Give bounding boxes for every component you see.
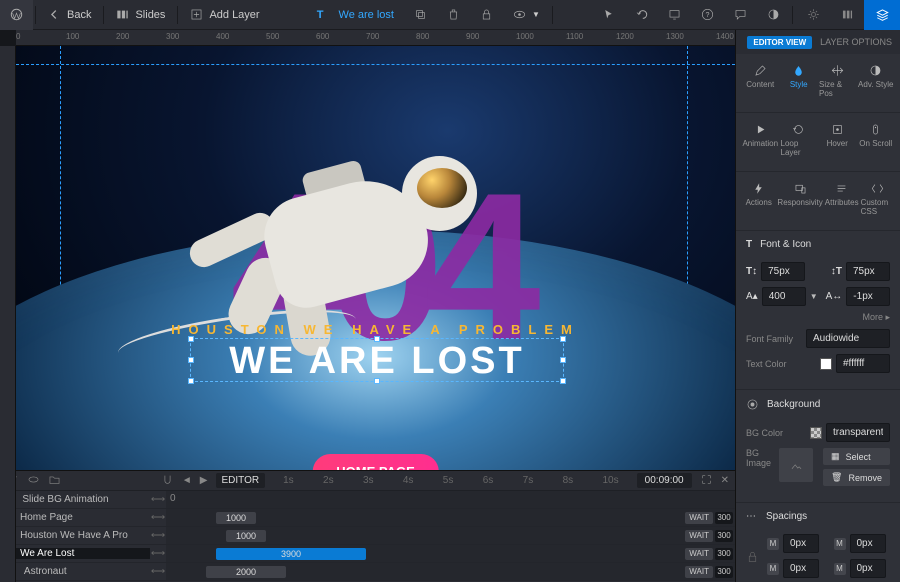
editor-view-badge[interactable]: EDITOR VIEW bbox=[747, 36, 812, 49]
undo-icon[interactable] bbox=[625, 0, 658, 30]
more-button[interactable]: More ▸ bbox=[862, 312, 890, 323]
layer-options-tab[interactable]: LAYER OPTIONS bbox=[820, 37, 892, 47]
tab-style[interactable]: Style bbox=[781, 58, 818, 104]
lock-icon[interactable] bbox=[470, 0, 503, 30]
help-icon[interactable]: ? bbox=[691, 0, 724, 30]
bg-remove-button[interactable]: 🗑 Remove bbox=[823, 469, 890, 486]
fullscreen-icon[interactable] bbox=[700, 473, 713, 489]
wp-logo[interactable] bbox=[0, 0, 33, 30]
back-button[interactable]: Back bbox=[38, 0, 101, 30]
svg-text:?: ? bbox=[706, 11, 710, 19]
spacing-input[interactable]: M bbox=[834, 559, 891, 578]
settings-icon[interactable] bbox=[795, 0, 831, 30]
spacing-input[interactable]: M bbox=[767, 559, 824, 578]
spacing-section-header[interactable]: ⋯Spacings bbox=[736, 503, 900, 530]
guide[interactable] bbox=[16, 64, 735, 65]
mode-label: EDITOR bbox=[216, 473, 266, 488]
ruler-horizontal: 0100200300400500600700800900100011001200… bbox=[16, 30, 735, 46]
ruler-vertical bbox=[0, 46, 16, 582]
tab-loop-layer[interactable]: Loop Layer bbox=[781, 117, 818, 163]
text-color-input[interactable] bbox=[836, 354, 890, 373]
font-section-header[interactable]: TFont & Icon bbox=[736, 231, 900, 258]
stage[interactable]: 404 HOUSTON WE HAVE A PROBLEM WE ARE LOS… bbox=[16, 46, 735, 470]
tab-hover[interactable]: Hover bbox=[819, 117, 856, 163]
trash-icon[interactable] bbox=[437, 0, 470, 30]
slides-button[interactable]: Slides bbox=[106, 0, 175, 30]
letter-spacing-input[interactable] bbox=[846, 287, 890, 306]
bg-color-input[interactable] bbox=[826, 423, 890, 442]
pointer-icon[interactable] bbox=[592, 0, 625, 30]
tab-animation[interactable]: Animation bbox=[742, 117, 779, 163]
bg-color-swatch[interactable] bbox=[810, 427, 822, 439]
desktop-icon[interactable] bbox=[658, 0, 691, 30]
tab-actions[interactable]: Actions bbox=[742, 176, 775, 222]
copy-icon[interactable] bbox=[404, 0, 437, 30]
prev-icon[interactable]: ◄ bbox=[182, 475, 192, 486]
selected-layer[interactable]: WE ARE LOST bbox=[190, 338, 564, 382]
panels-icon[interactable] bbox=[831, 0, 864, 30]
play-icon[interactable]: ▶ bbox=[200, 475, 208, 486]
folder-icon[interactable] bbox=[48, 473, 61, 489]
we-are-lost-text[interactable]: WE ARE LOST bbox=[191, 339, 563, 383]
sidebar: EDITOR VIEW LAYER OPTIONS ContentStyleSi… bbox=[735, 30, 900, 582]
tab-custom-css[interactable]: Custom CSS bbox=[861, 176, 894, 222]
tab-adv-style[interactable]: Adv. Style bbox=[858, 58, 895, 104]
visibility-icon[interactable]: ▼ bbox=[503, 0, 550, 30]
bg-section-header[interactable]: Background bbox=[736, 390, 900, 419]
layer-title[interactable]: T We are lost bbox=[307, 0, 404, 30]
contrast-icon[interactable] bbox=[757, 0, 790, 30]
topbar: Back Slides Add Layer T We are lost ▼ ? bbox=[0, 0, 900, 30]
tab-on-scroll[interactable]: On Scroll bbox=[858, 117, 895, 163]
timeline-row[interactable]: THouston We Have A Pro⟷1000WAIT300 bbox=[0, 527, 735, 545]
comment-icon[interactable] bbox=[724, 0, 757, 30]
layers-panel-icon[interactable] bbox=[864, 0, 900, 30]
canvas-area: 0100200300400500600700800900100011001200… bbox=[0, 30, 735, 582]
font-family-input[interactable] bbox=[806, 329, 890, 348]
houston-text[interactable]: HOUSTON WE HAVE A PROBLEM bbox=[171, 322, 580, 337]
tab-size-pos[interactable]: Size & Pos bbox=[819, 58, 856, 104]
text-color-swatch[interactable] bbox=[820, 358, 832, 370]
tab-responsivity[interactable]: Responsivity bbox=[777, 176, 822, 222]
timeline-row[interactable]: ▲Astronaut⟷2000WAIT300 bbox=[0, 563, 735, 581]
timeline-row[interactable]: Home Page⟷1000WAIT300 bbox=[0, 509, 735, 527]
tab-attributes[interactable]: Attributes bbox=[825, 176, 859, 222]
time-display: 00:09:00 bbox=[637, 473, 692, 488]
timeline: ◄ ▶ EDITOR 1s2s3s4s5s6s7s8s10s 00:09:00 … bbox=[0, 470, 735, 582]
bg-image-preview[interactable] bbox=[779, 448, 813, 482]
timeline-row[interactable]: ⊞Slide BG Animation⟷0 bbox=[0, 491, 735, 509]
tab-content[interactable]: Content bbox=[742, 58, 779, 104]
spacing-input[interactable]: M bbox=[767, 534, 824, 553]
font-weight-input[interactable] bbox=[762, 287, 806, 306]
timeline-row[interactable]: TWe Are Lost⟷3900WAIT300 bbox=[0, 545, 735, 563]
home-page-button[interactable]: HOME PAGE bbox=[312, 454, 439, 470]
bg-select-button[interactable]: ▦ Select bbox=[823, 448, 890, 465]
add-layer-button[interactable]: Add Layer bbox=[180, 0, 269, 30]
snap-icon[interactable] bbox=[161, 473, 174, 489]
spacing-input[interactable]: M bbox=[834, 534, 891, 553]
close-icon[interactable]: ✕ bbox=[721, 475, 729, 486]
eye-icon[interactable] bbox=[27, 473, 40, 489]
font-size-input[interactable] bbox=[761, 262, 805, 281]
line-height-input[interactable] bbox=[846, 262, 890, 281]
